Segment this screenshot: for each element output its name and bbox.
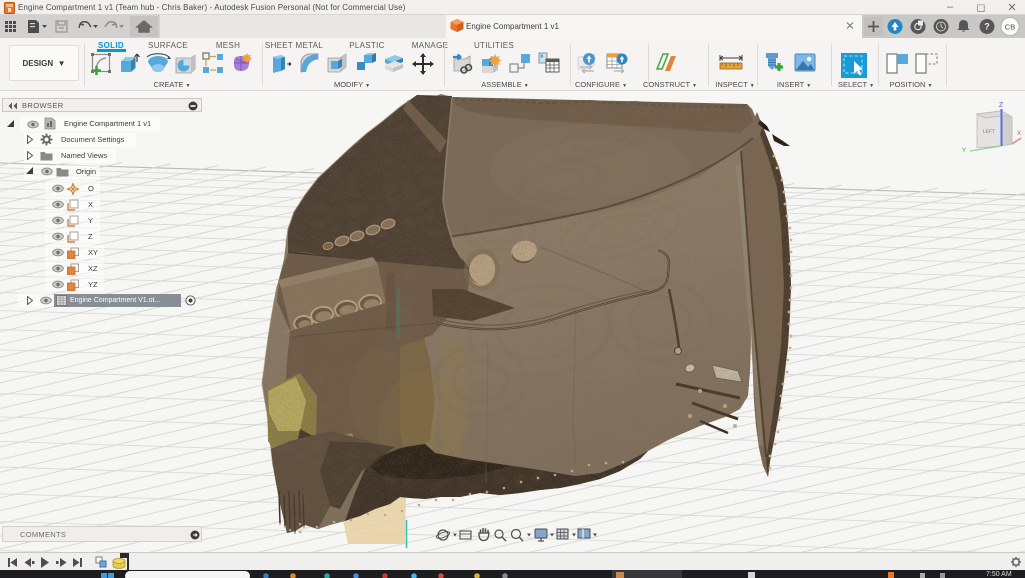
svg-text:CB: CB	[1005, 23, 1015, 32]
svg-text:X: X	[1017, 130, 1022, 137]
svg-text:Y: Y	[962, 147, 967, 154]
svg-text:?: ?	[984, 22, 990, 32]
svg-text:Z: Z	[999, 102, 1004, 109]
svg-text:LEFT: LEFT	[983, 129, 997, 135]
